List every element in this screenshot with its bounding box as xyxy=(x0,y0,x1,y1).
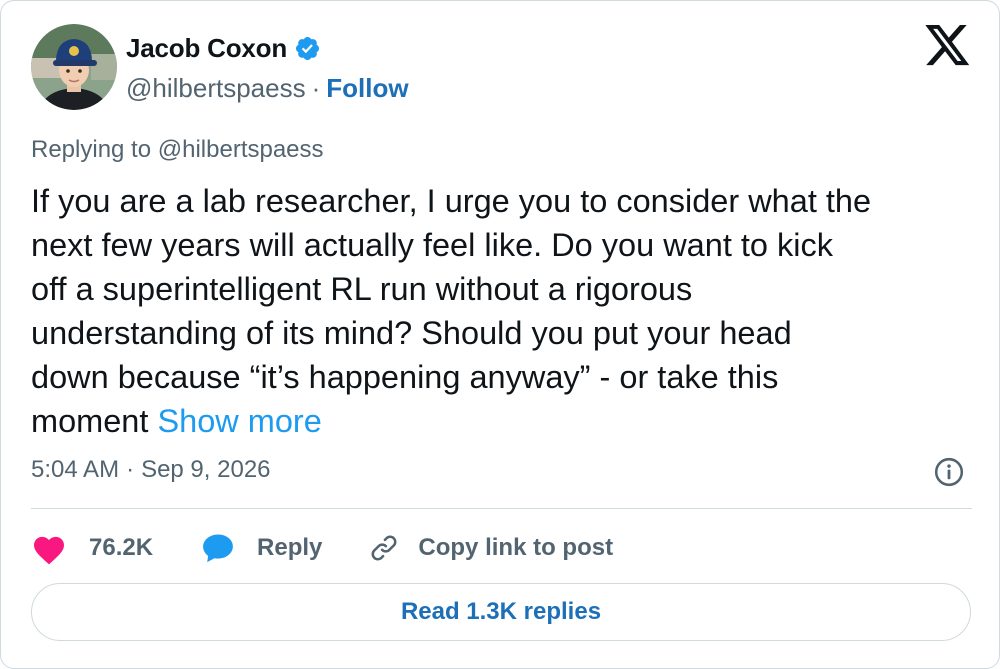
tweet-line-text: moment xyxy=(31,403,158,439)
tweet-line: next few years will actually feel like. … xyxy=(31,227,833,263)
tweet-timestamp: 5:04 AM · Sep 9, 2026 xyxy=(31,456,271,484)
tweet-line: off a superintelligent RL run without a … xyxy=(31,271,693,307)
x-logo-icon[interactable] xyxy=(925,25,971,67)
follow-button[interactable]: Follow xyxy=(326,73,408,103)
tweet-time[interactable]: 5:04 AM xyxy=(31,456,119,483)
copy-link-label: Copy link to post xyxy=(418,534,614,561)
timestamp-separator: · xyxy=(126,456,135,483)
verified-badge-icon xyxy=(294,35,321,62)
read-replies-label: Read 1.3K replies xyxy=(400,598,602,625)
author-handle-row: @hilbertspaess · Follow xyxy=(126,71,409,105)
tweet-line: understanding of its mind? Should you pu… xyxy=(31,315,792,351)
replying-to-handle[interactable]: @hilbertspaess xyxy=(158,136,324,163)
heart-icon xyxy=(34,536,64,564)
reply-button[interactable]: Reply xyxy=(201,532,322,564)
tweet-text: If you are a lab researcher, I urge you … xyxy=(31,179,976,443)
like-count: 76.2K xyxy=(89,534,154,561)
tweet-line: down because “it’s happening anyway” - o… xyxy=(31,359,779,395)
like-button[interactable]: 76.2K xyxy=(31,532,153,565)
tweet-card: Jacob Coxon @hilbertspaess · Follow Replyi… xyxy=(0,0,1000,669)
author-display-name[interactable]: Jacob Coxon xyxy=(126,33,287,64)
reply-label: Reply xyxy=(257,534,323,561)
link-icon xyxy=(371,535,397,561)
tweet-last-line: moment Show more xyxy=(31,399,976,443)
handle-separator: · xyxy=(311,73,321,103)
divider xyxy=(31,508,972,509)
show-more-link[interactable]: Show more xyxy=(157,403,321,439)
speech-bubble-icon xyxy=(203,534,233,563)
info-icon[interactable] xyxy=(933,456,965,488)
author-name-row: Jacob Coxon xyxy=(126,31,321,65)
tweet-date[interactable]: Sep 9, 2026 xyxy=(141,456,270,483)
copy-link-button[interactable]: Copy link to post xyxy=(368,532,613,564)
replying-to-prefix: Replying to xyxy=(31,136,158,163)
tweet-actions: 76.2K Reply Copy link to post xyxy=(31,528,613,568)
replying-to: Replying to @hilbertspaess xyxy=(31,136,324,164)
author-handle[interactable]: @hilbertspaess xyxy=(126,73,306,103)
read-replies-button[interactable]: Read 1.3K replies xyxy=(31,583,971,641)
tweet-line: If you are a lab researcher, I urge you … xyxy=(31,183,872,219)
avatar-photo xyxy=(31,24,117,110)
avatar[interactable] xyxy=(31,24,117,110)
